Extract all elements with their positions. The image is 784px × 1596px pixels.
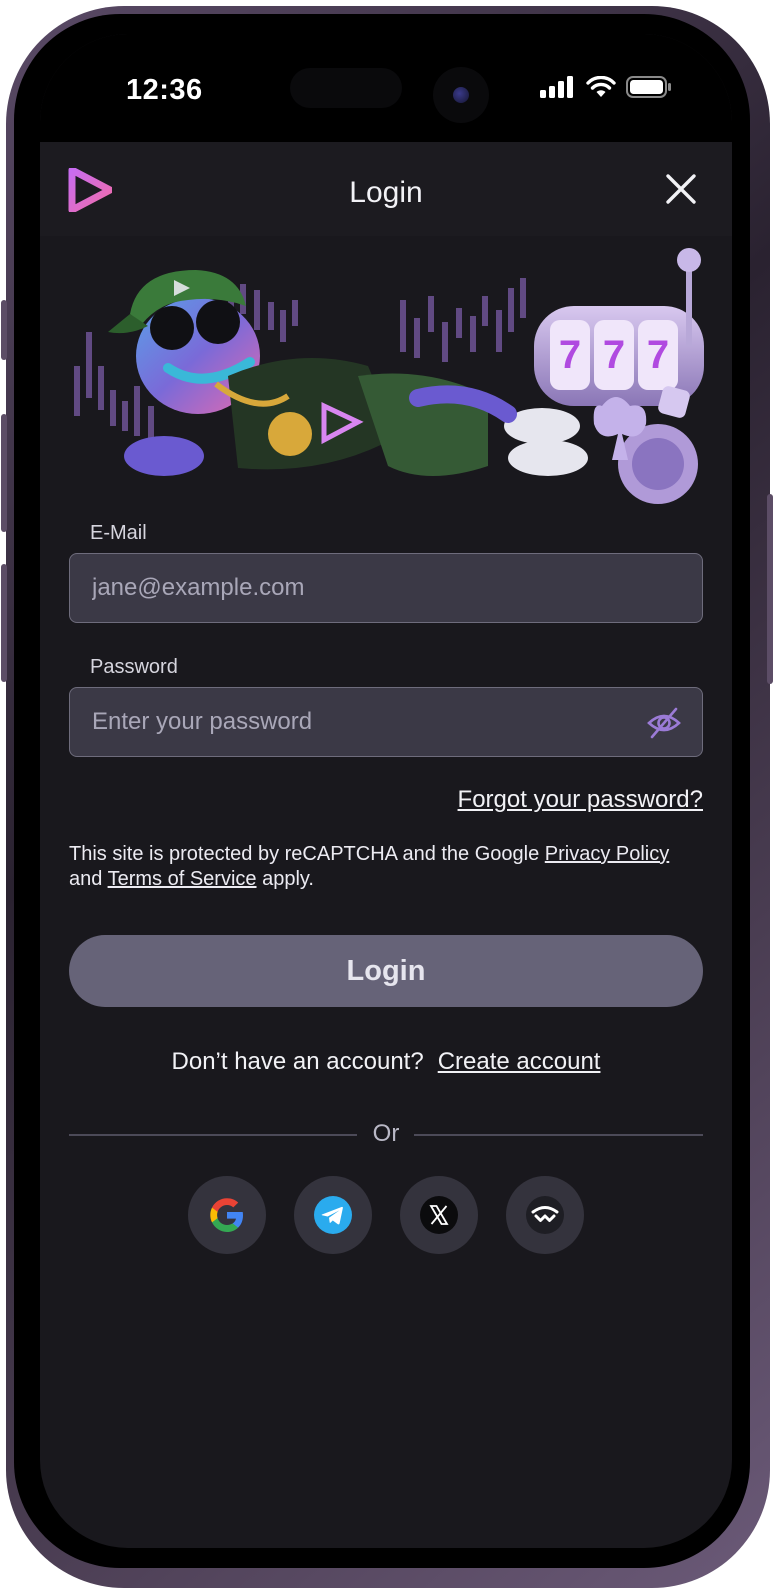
telegram-login-button[interactable] xyxy=(294,1176,372,1254)
password-input[interactable] xyxy=(92,688,632,756)
signup-prompt: Don’t have an account? xyxy=(171,1048,424,1075)
email-input[interactable] xyxy=(92,554,632,622)
volume-down-button xyxy=(1,564,7,682)
status-icons xyxy=(540,76,672,98)
terms-of-service-link[interactable]: Terms of Service xyxy=(108,868,257,890)
svg-text:7: 7 xyxy=(603,333,625,377)
volume-up-button xyxy=(1,414,7,532)
google-login-button[interactable] xyxy=(188,1176,266,1254)
walletconnect-icon xyxy=(526,1196,564,1234)
telegram-icon xyxy=(314,1196,352,1234)
recaptcha-text-before: This site is protected by reCAPTCHA and … xyxy=(69,843,545,865)
battery-icon xyxy=(626,76,671,98)
svg-text:7: 7 xyxy=(559,333,581,377)
svg-text:7: 7 xyxy=(647,333,669,377)
walletconnect-login-button[interactable] xyxy=(506,1176,584,1254)
privacy-policy-link[interactable]: Privacy Policy xyxy=(545,843,669,865)
app-header: Login xyxy=(40,142,732,236)
hero-illustration: 7 7 7 xyxy=(74,248,704,504)
divider-right xyxy=(414,1134,703,1136)
x-icon xyxy=(420,1196,458,1234)
signup-row: Don’t have an account? Create account xyxy=(40,1048,732,1076)
forgot-password-link[interactable]: Forgot your password? xyxy=(458,786,703,814)
action-button xyxy=(1,300,7,360)
recaptcha-notice: This site is protected by reCAPTCHA and … xyxy=(69,842,703,892)
dynamic-island xyxy=(290,68,402,108)
signal-icon xyxy=(540,76,573,98)
recaptcha-text-middle: and xyxy=(69,868,108,890)
email-field[interactable] xyxy=(69,553,703,623)
email-label: E-Mail xyxy=(90,522,147,544)
screen: 12:36 Login 7 7 7 E-Mail jane@example.co… xyxy=(40,34,732,1548)
password-field[interactable] xyxy=(69,687,703,757)
page-title: Login xyxy=(349,176,423,209)
create-account-link[interactable]: Create account xyxy=(438,1048,601,1075)
recaptcha-text-after: apply. xyxy=(256,868,314,890)
login-button[interactable]: Login xyxy=(69,935,703,1007)
x-login-button[interactable] xyxy=(400,1176,478,1254)
wifi-icon xyxy=(586,76,616,97)
eye-off-icon[interactable] xyxy=(646,705,682,741)
front-camera xyxy=(433,67,489,123)
status-bar: 12:36 xyxy=(40,34,732,142)
frog-mascot xyxy=(108,270,588,476)
google-icon xyxy=(210,1198,243,1232)
status-time: 12:36 xyxy=(126,74,203,106)
power-button xyxy=(767,494,773,684)
password-label: Password xyxy=(90,656,178,678)
close-icon[interactable] xyxy=(664,172,698,206)
